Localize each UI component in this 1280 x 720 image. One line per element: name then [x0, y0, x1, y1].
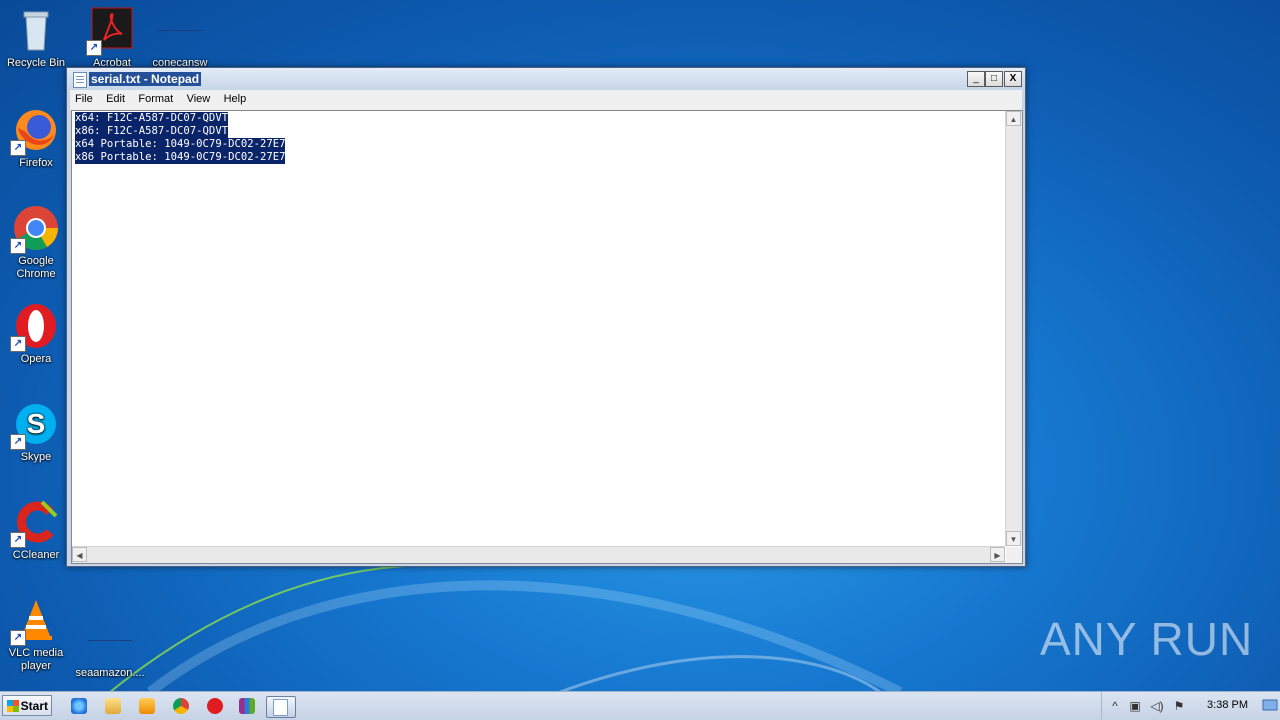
windows-logo-icon	[7, 700, 19, 712]
opera-icon: ↗	[10, 302, 60, 352]
desktop-icon-google-chrome[interactable]: ↗ Google Chrome	[0, 204, 72, 281]
skype-icon: S ↗	[10, 400, 60, 450]
winrar-icon	[239, 698, 255, 714]
start-button[interactable]: Start	[2, 695, 52, 716]
minimize-button[interactable]: _	[967, 71, 985, 87]
internet-explorer-icon	[71, 698, 87, 714]
system-tray: ^ ▣ ◁) ⚑ 3:38 PM	[1101, 692, 1280, 719]
scroll-right-icon[interactable]: ▶	[990, 547, 1005, 562]
resize-grip-icon[interactable]	[1006, 547, 1022, 563]
editor-text[interactable]: x64: F12C-A587-DC07-QDVT x86: F12C-A587-…	[75, 112, 286, 164]
clock[interactable]: 3:38 PM	[1207, 699, 1248, 711]
vertical-scrollbar[interactable]: ▲ ▼	[1005, 111, 1022, 546]
desktop-icon-recycle-bin[interactable]: Recycle Bin	[0, 6, 72, 70]
close-button[interactable]: X	[1004, 71, 1022, 87]
anyrun-watermark: ANY RUN	[1040, 613, 1254, 665]
desktop-icon-seaamazon[interactable]: seaamazon....	[74, 596, 146, 680]
shortcut-arrow-icon: ↗	[10, 140, 26, 156]
taskbar-explorer[interactable]	[102, 696, 124, 716]
taskbar-notepad[interactable]	[266, 696, 296, 718]
menu-file[interactable]: File	[70, 90, 98, 105]
desktop-icon-opera[interactable]: ↗ Opera	[0, 302, 72, 366]
text-editor[interactable]: x64: F12C-A587-DC07-QDVT x86: F12C-A587-…	[71, 110, 1023, 564]
menu-edit[interactable]: Edit	[101, 90, 130, 105]
menu-view[interactable]: View	[182, 90, 216, 105]
desktop-icon-firefox[interactable]: ↗ Firefox	[0, 106, 72, 170]
ccleaner-icon: ↗	[10, 498, 60, 548]
window-title: serial.txt - Notepad	[89, 72, 202, 86]
menu-bar: File Edit Format View Help	[70, 90, 1022, 110]
notepad-window[interactable]: serial.txt - Notepad _ □ X File Edit For…	[66, 67, 1026, 567]
scroll-down-icon[interactable]: ▼	[1006, 531, 1021, 546]
shortcut-arrow-icon: ↗	[10, 434, 26, 450]
desktop-icon-ccleaner[interactable]: ↗ CCleaner	[0, 498, 72, 562]
shortcut-arrow-icon: ↗	[86, 40, 102, 56]
network-icon[interactable]: ▣	[1128, 699, 1142, 713]
blank-file-icon	[156, 6, 204, 54]
action-center-flag-icon[interactable]: ⚑	[1172, 699, 1186, 713]
scroll-left-icon[interactable]: ◀	[72, 547, 87, 562]
text-line: x86: F12C-A587-DC07-QDVT	[75, 125, 229, 138]
taskbar-winrar[interactable]	[236, 696, 258, 716]
text-line: x64: F12C-A587-DC07-QDVT	[75, 112, 229, 125]
firefox-icon: ↗	[10, 106, 60, 156]
taskbar-chrome[interactable]	[170, 696, 192, 716]
start-label: Start	[20, 699, 48, 713]
opera-icon	[207, 698, 223, 714]
text-line: x64 Portable: 1049-0C79-DC02-27E7	[75, 138, 286, 151]
desktop-icon-acrobat[interactable]: ↗ Acrobat	[76, 6, 148, 70]
shortcut-arrow-icon: ↗	[10, 238, 26, 254]
text-line: x86 Portable: 1049-0C79-DC02-27E7	[75, 151, 286, 164]
shortcut-arrow-icon: ↗	[10, 630, 26, 646]
chrome-icon	[173, 698, 189, 714]
notepad-app-icon	[73, 72, 87, 88]
show-desktop-icon[interactable]	[1262, 696, 1278, 714]
media-player-icon	[139, 698, 155, 714]
shortcut-arrow-icon: ↗	[10, 532, 26, 548]
taskbar-opera[interactable]	[204, 696, 226, 716]
menu-format[interactable]: Format	[133, 90, 178, 105]
title-bar[interactable]: serial.txt - Notepad _ □ X	[67, 68, 1025, 90]
taskbar-media-player[interactable]	[136, 696, 158, 716]
menu-help[interactable]: Help	[219, 90, 252, 105]
recycle-bin-icon	[12, 6, 60, 54]
show-hidden-icons-icon[interactable]: ^	[1108, 699, 1122, 713]
volume-icon[interactable]: ◁)	[1150, 699, 1164, 713]
desktop-icon-vlc[interactable]: ↗ VLC media player	[0, 596, 72, 673]
chrome-icon: ↗	[10, 204, 60, 254]
scroll-up-icon[interactable]: ▲	[1006, 111, 1021, 126]
desktop-icon-skype[interactable]: S ↗ Skype	[0, 400, 72, 464]
maximize-button[interactable]: □	[985, 71, 1003, 87]
acrobat-icon: ↗	[86, 6, 136, 56]
folder-icon	[105, 698, 121, 714]
svg-text:S: S	[27, 408, 46, 439]
taskbar-ie[interactable]	[68, 696, 90, 716]
shortcut-arrow-icon: ↗	[10, 336, 26, 352]
desktop-icon-conecansw[interactable]: conecansw	[144, 6, 216, 70]
blank-file-icon	[86, 616, 134, 664]
taskbar: Start ^ ▣ ◁) ⚑ 3:38 PM	[0, 691, 1280, 720]
notepad-icon	[273, 699, 288, 716]
vlc-icon: ↗	[10, 596, 60, 646]
horizontal-scrollbar[interactable]: ◀ ▶	[72, 546, 1005, 563]
